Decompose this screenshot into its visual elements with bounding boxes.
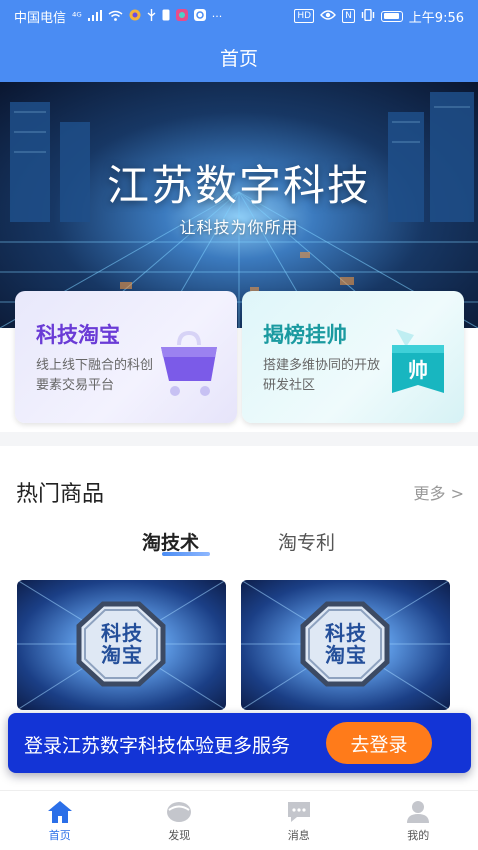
nfc-badge: N: [342, 9, 355, 23]
nav-label: 我的: [407, 829, 430, 842]
nav-item-profile[interactable]: 我的: [359, 791, 478, 850]
hot-section-title: 热门商品: [16, 482, 105, 507]
page-title: 首页: [219, 47, 258, 70]
vibrate-icon: [361, 8, 375, 23]
login-button[interactable]: 去登录: [326, 722, 432, 764]
nav-item-discover[interactable]: 发现: [120, 791, 240, 850]
hd-badge: HD: [294, 9, 315, 23]
section-divider: [0, 432, 478, 446]
product-card[interactable]: 科技 淘宝: [17, 580, 226, 710]
badge-line-1: 科技: [101, 621, 143, 645]
nav-label: 发现: [168, 829, 191, 842]
card-title: 揭榜挂帅: [263, 323, 347, 347]
sim-icon: [162, 9, 170, 23]
product-badge: 科技 淘宝: [89, 611, 155, 677]
status-right: HD N 上午9:56: [294, 7, 464, 26]
banner-subtitle: 让科技为你所用: [179, 218, 299, 237]
app-notification-icon-2: [175, 9, 188, 23]
badge-line-1: 科技: [325, 621, 367, 645]
banner-flag-icon: 帅: [388, 327, 448, 411]
login-prompt-text: 登录江苏数字科技体验更多服务: [24, 735, 291, 757]
status-bar: 中国电信 ⁴ᴳ ··· HD N 上午9:56: [0, 0, 478, 32]
shopping-cart-icon: [157, 327, 221, 403]
bottom-nav: 首页 发现 消息 我的: [0, 790, 478, 850]
wifi-icon: [108, 10, 123, 23]
active-tab-indicator: [162, 552, 210, 556]
message-icon: [287, 802, 310, 822]
signal-icon: [87, 9, 102, 23]
tab-patent[interactable]: 淘专利: [278, 528, 335, 555]
app-notification-icon: [129, 9, 141, 23]
app-notification-icon-3: [193, 9, 206, 23]
nav-item-home[interactable]: 首页: [0, 791, 120, 850]
more-dots-icon: ···: [211, 9, 223, 23]
network-label: ⁴ᴳ: [72, 9, 82, 23]
status-left: 中国电信 ⁴ᴳ ···: [14, 7, 222, 26]
discover-icon: [167, 802, 192, 822]
card-tech-taobao[interactable]: 科技淘宝 线上线下融合的科创要素交易平台: [15, 291, 237, 423]
profile-icon: [407, 801, 430, 823]
home-icon: [47, 801, 72, 823]
card-icon-char: 帅: [408, 358, 428, 382]
badge-line-2: 淘宝: [325, 643, 367, 667]
banner-title: 江苏数字科技: [106, 161, 371, 210]
carrier-label: 中国电信: [14, 10, 67, 26]
nav-label: 消息: [287, 829, 310, 842]
nav-label: 首页: [48, 829, 71, 842]
clock-label: 上午9:56: [408, 10, 464, 26]
card-jiebang-guashuai[interactable]: 揭榜挂帅 搭建多维协同的开放研发社区 帅: [242, 291, 464, 423]
eye-icon: [320, 10, 336, 22]
login-prompt-bar: 登录江苏数字科技体验更多服务 去登录: [8, 713, 471, 773]
usb-icon: [147, 9, 156, 23]
tab-tech[interactable]: 淘技术: [142, 528, 199, 555]
badge-line-2: 淘宝: [101, 643, 143, 667]
battery-icon: [380, 10, 403, 22]
product-badge: 科技 淘宝: [313, 611, 379, 677]
card-title: 科技淘宝: [36, 323, 120, 347]
page-header: 首页: [0, 32, 478, 82]
product-card[interactable]: 科技 淘宝: [241, 580, 450, 710]
nav-item-messages[interactable]: 消息: [239, 791, 359, 850]
card-description: 线上线下融合的科创要素交易平台: [36, 358, 154, 393]
card-description: 搭建多维协同的开放研发社区: [263, 358, 381, 393]
more-link[interactable]: 更多 >: [414, 480, 465, 504]
